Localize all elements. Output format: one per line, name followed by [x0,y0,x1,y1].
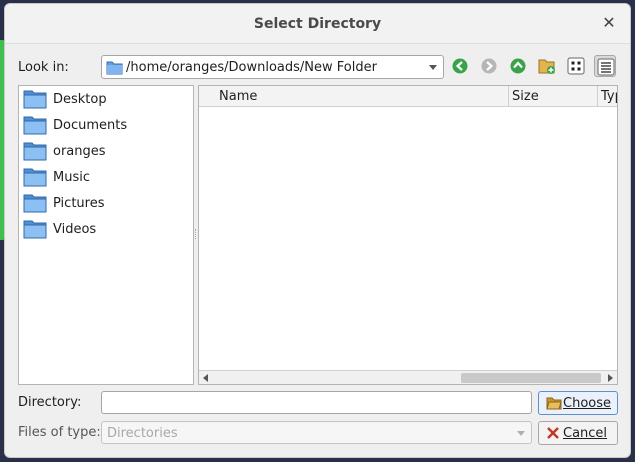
list-view-button[interactable] [565,55,587,77]
close-button[interactable]: ✕ [600,14,618,32]
sidebar-item-pictures[interactable]: Pictures [23,192,188,216]
forward-button[interactable] [478,55,500,77]
new-folder-icon [538,59,555,74]
choose-button[interactable]: Choose [538,391,618,415]
files-of-type-value: Directories [107,426,178,441]
folder-icon [106,60,123,79]
column-header-size[interactable]: Size [509,86,598,107]
forward-icon [481,58,497,74]
dialog-title: Select Directory [253,16,382,32]
directory-input[interactable] [101,391,532,414]
look-in-path: /home/oranges/Downloads/New Folder [126,60,377,75]
look-in-combo[interactable]: /home/oranges/Downloads/New Folder [101,55,444,79]
sidebar-item-label: oranges [53,144,106,159]
folder-icon [23,193,47,217]
directory-label: Directory: [18,395,82,410]
sidebar-item-desktop[interactable]: Desktop [23,88,188,112]
horizontal-scrollbar[interactable] [199,370,617,384]
folder-icon [23,115,47,139]
sidebar-item-label: Videos [53,222,97,237]
files-of-type-label: Files of type: [18,425,101,440]
parent-directory-button[interactable] [507,55,529,77]
cancel-icon [546,426,560,444]
title-bar[interactable]: Select Directory ✕ [5,4,630,44]
sidebar-item-videos[interactable]: Videos [23,218,188,242]
sidebar-item-label: Documents [53,118,128,133]
select-directory-dialog: Select Directory ✕ Look in: /home/orange… [4,3,631,458]
folder-icon [23,219,47,243]
detail-view-button[interactable] [594,55,616,77]
scroll-right-icon[interactable] [608,374,613,382]
file-list[interactable]: Name Size Typ [198,85,618,385]
splitter-handle[interactable] [195,229,197,239]
places-sidebar: Desktop Documents oranges Music Pictures… [18,85,194,385]
new-folder-button[interactable] [536,55,558,77]
detail-view-icon [597,58,615,76]
back-button[interactable] [449,55,471,77]
sidebar-item-music[interactable]: Music [23,166,188,190]
look-in-label: Look in: [18,60,69,75]
sidebar-item-label: Music [53,170,90,185]
column-header-type[interactable]: Typ [598,86,617,107]
folder-icon [23,141,47,165]
close-icon: ✕ [602,13,616,32]
choose-label: Choose [563,396,611,411]
back-icon [452,58,468,74]
folder-icon [23,89,47,113]
sidebar-item-label: Desktop [53,92,107,107]
chevron-down-icon [517,431,525,436]
folder-icon [23,167,47,191]
chevron-down-icon [429,65,437,70]
file-list-header: Name Size Typ [199,86,617,107]
files-of-type-combo[interactable]: Directories [101,421,532,444]
parent-directory-icon [510,58,526,74]
scroll-left-icon[interactable] [203,374,208,382]
sidebar-item-oranges[interactable]: oranges [23,140,188,164]
scrollbar-thumb[interactable] [461,373,601,383]
folder-open-icon [546,396,562,414]
cancel-button[interactable]: Cancel [538,421,618,445]
cancel-label: Cancel [563,426,608,441]
column-header-name[interactable]: Name [199,86,509,107]
sidebar-item-label: Pictures [53,196,105,211]
list-view-icon [567,57,585,75]
sidebar-item-documents[interactable]: Documents [23,114,188,138]
